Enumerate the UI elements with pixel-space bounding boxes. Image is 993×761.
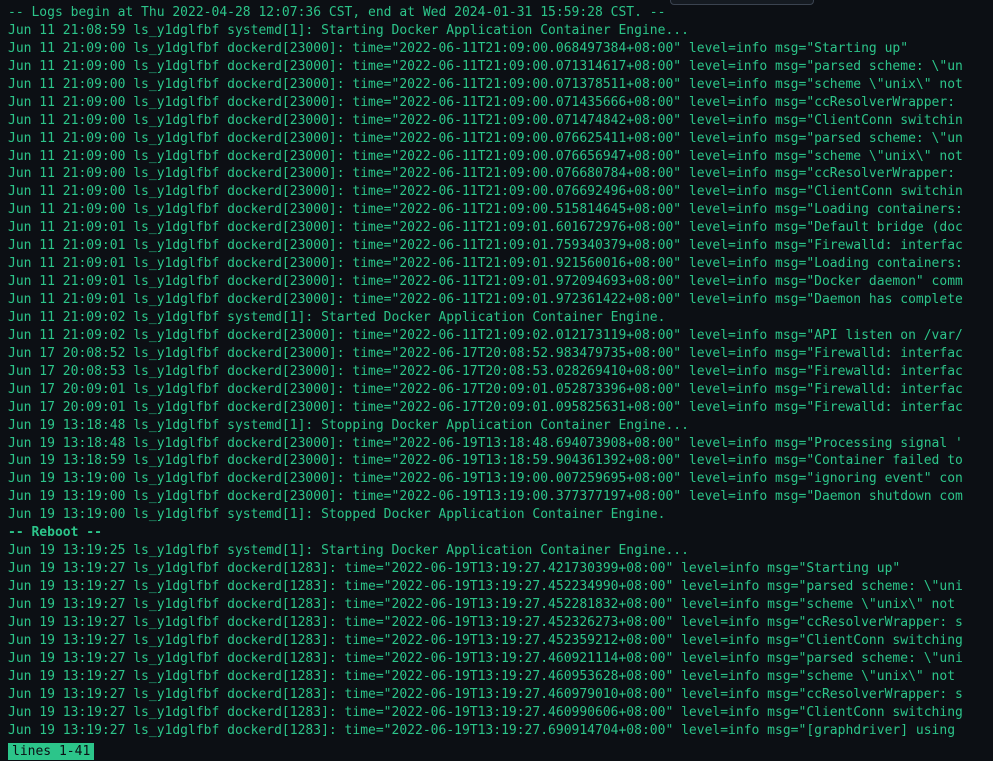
log-line: Jun 19 13:18:59 ls_y1dglfbf dockerd[2300… [8, 453, 963, 469]
log-line: Jun 11 21:09:02 ls_y1dglfbf dockerd[2300… [8, 327, 963, 343]
terminal-window[interactable]: -- Logs begin at Thu 2022-04-28 12:07:36… [0, 0, 993, 761]
log-line: Jun 11 21:09:00 ls_y1dglfbf dockerd[2300… [8, 94, 956, 110]
log-line: Jun 17 20:08:53 ls_y1dglfbf dockerd[2300… [8, 363, 963, 379]
log-line: Jun 11 21:09:00 ls_y1dglfbf dockerd[2300… [8, 184, 963, 200]
log-line: Jun 19 13:19:00 ls_y1dglfbf systemd[1]: … [8, 507, 666, 523]
log-line: Jun 11 21:09:01 ls_y1dglfbf dockerd[2300… [8, 256, 963, 272]
log-line: Jun 19 13:19:25 ls_y1dglfbf systemd[1]: … [8, 543, 689, 559]
log-line: Jun 19 13:19:27 ls_y1dglfbf dockerd[1283… [8, 722, 956, 738]
log-line: Jun 11 21:09:00 ls_y1dglfbf dockerd[2300… [8, 202, 963, 218]
log-line: Jun 11 21:09:00 ls_y1dglfbf dockerd[2300… [8, 166, 956, 182]
log-line: Jun 19 13:19:27 ls_y1dglfbf dockerd[1283… [8, 668, 956, 684]
log-line: Jun 19 13:19:27 ls_y1dglfbf dockerd[1283… [8, 614, 963, 630]
log-line: Jun 11 21:09:01 ls_y1dglfbf dockerd[2300… [8, 274, 963, 290]
log-line: Jun 11 21:09:00 ls_y1dglfbf dockerd[2300… [8, 76, 963, 92]
log-line: Jun 19 13:19:27 ls_y1dglfbf dockerd[1283… [8, 650, 963, 666]
log-line: Jun 11 21:09:02 ls_y1dglfbf systemd[1]: … [8, 309, 666, 325]
log-line: Jun 19 13:19:27 ls_y1dglfbf dockerd[1283… [8, 632, 963, 648]
log-line: Jun 11 21:09:01 ls_y1dglfbf dockerd[2300… [8, 220, 963, 236]
log-line: Jun 11 21:09:00 ls_y1dglfbf dockerd[2300… [8, 148, 963, 164]
log-line: Jun 17 20:08:52 ls_y1dglfbf dockerd[2300… [8, 345, 963, 361]
log-line: Jun 11 21:09:00 ls_y1dglfbf dockerd[2300… [8, 58, 963, 74]
log-line: Jun 11 21:09:01 ls_y1dglfbf dockerd[2300… [8, 238, 963, 254]
log-line: Jun 11 21:09:00 ls_y1dglfbf dockerd[2300… [8, 112, 963, 128]
log-line: Jun 19 13:18:48 ls_y1dglfbf systemd[1]: … [8, 417, 689, 433]
log-line: Jun 11 21:09:00 ls_y1dglfbf dockerd[2300… [8, 130, 963, 146]
log-line: Jun 19 13:19:00 ls_y1dglfbf dockerd[2300… [8, 489, 963, 505]
log-line: Jun 19 13:19:27 ls_y1dglfbf dockerd[1283… [8, 704, 963, 720]
log-line: Jun 19 13:18:48 ls_y1dglfbf dockerd[2300… [8, 435, 963, 451]
log-line: Jun 11 21:08:59 ls_y1dglfbf systemd[1]: … [8, 22, 689, 38]
log-line: Jun 11 21:09:01 ls_y1dglfbf dockerd[2300… [8, 292, 963, 307]
pager-status: lines 1-41 [8, 743, 95, 760]
log-header: -- Logs begin at Thu 2022-04-28 12:07:36… [8, 5, 666, 20]
log-line: Jun 19 13:19:27 ls_y1dglfbf dockerd[1283… [8, 596, 956, 612]
log-line: Jun 17 20:09:01 ls_y1dglfbf dockerd[2300… [8, 381, 963, 397]
log-output: -- Logs begin at Thu 2022-04-28 12:07:36… [8, 4, 993, 739]
log-line: Jun 11 21:09:00 ls_y1dglfbf dockerd[2300… [8, 40, 909, 56]
log-line: Jun 17 20:09:01 ls_y1dglfbf dockerd[2300… [8, 399, 963, 415]
log-line: Jun 19 13:19:27 ls_y1dglfbf dockerd[1283… [8, 686, 963, 702]
log-line: Jun 19 13:19:27 ls_y1dglfbf dockerd[1283… [8, 579, 963, 594]
reboot-marker: -- Reboot -- [8, 525, 102, 541]
scrollbar-thumb[interactable] [670, 0, 814, 5]
log-line: Jun 19 13:19:27 ls_y1dglfbf dockerd[1283… [8, 561, 901, 577]
log-line: Jun 19 13:19:00 ls_y1dglfbf dockerd[2300… [8, 471, 963, 487]
